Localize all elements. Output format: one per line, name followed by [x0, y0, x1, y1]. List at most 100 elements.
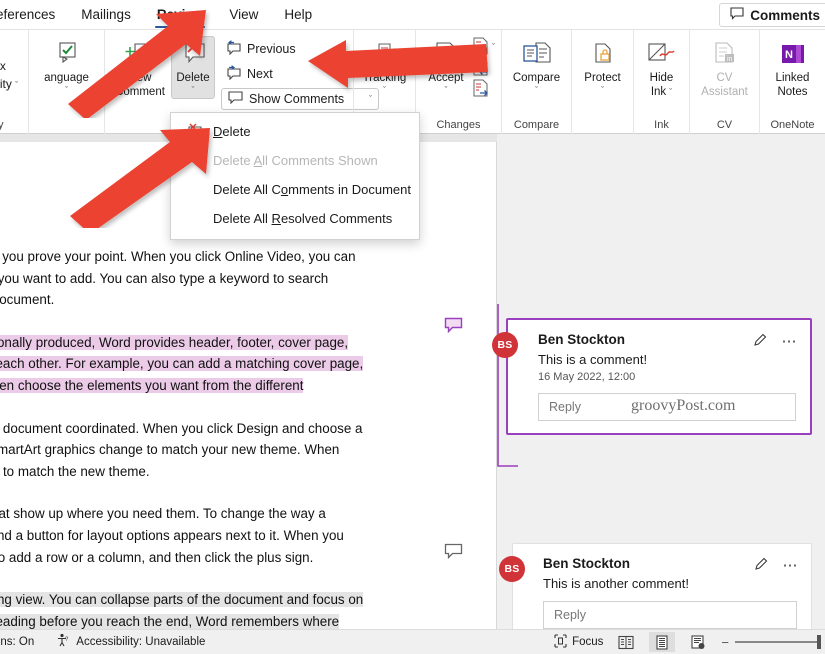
focus-label: Focus [572, 636, 604, 648]
svg-text:in: in [727, 56, 733, 63]
protect-label: Protect [584, 72, 621, 84]
web-layout-view-button[interactable] [685, 632, 711, 652]
print-layout-view-button[interactable] [649, 632, 676, 652]
accessibility-clipped-btn[interactable]: ity ˇ [0, 77, 18, 91]
comment-reply-input[interactable]: Reply groovyPost.com [538, 393, 796, 421]
doc-line: ment each other. For example, you can ad… [0, 356, 364, 372]
linked-notes-button[interactable]: N Linked Notes [764, 36, 822, 102]
zoom-slider-handle[interactable] [817, 635, 821, 649]
delete-comment-label: Delete [176, 72, 210, 84]
menu-item-delete-all-shown[interactable]: Delete All Comments Shown [171, 146, 419, 175]
next-change-icon[interactable] [472, 79, 489, 98]
accessibility-clipped-mid[interactable]: x [0, 59, 6, 73]
comments-button[interactable]: Comments [719, 3, 825, 27]
chevron-down-icon[interactable]: ˇ [669, 87, 672, 97]
ellipsis-icon[interactable]: ⋯ [782, 334, 799, 349]
tab-view[interactable]: View [216, 0, 271, 30]
protect-button[interactable]: Protect ˇ [575, 36, 631, 98]
tab-mailings[interactable]: Mailings [68, 0, 144, 30]
zoom-slider[interactable] [735, 635, 821, 649]
onenote-icon: N [778, 39, 808, 71]
doc-line: o your document coordinated. When you cl… [0, 420, 363, 436]
chevron-down-icon[interactable]: ˇ [492, 42, 495, 52]
comment-reply-input[interactable]: Reply [543, 601, 797, 629]
tab-list: eferences Mailings Review View Help [0, 0, 825, 30]
accept-change-button[interactable]: Accept ˇ [422, 36, 470, 98]
tracking-button[interactable]: Tracking ˇ [357, 36, 413, 98]
cv-assistant-icon: in [710, 39, 740, 71]
doc-line: ck it and a button for layout options ap… [0, 527, 344, 543]
comment-card-actions: ⋯ [753, 332, 799, 352]
read-mode-view-button[interactable] [613, 632, 639, 652]
tab-review[interactable]: Review [144, 0, 217, 30]
chevron-down-icon[interactable]: ˇ [15, 80, 18, 90]
cv-assistant-button[interactable]: in CV Assistant [693, 36, 757, 102]
hide-ink-label-line2: Ink [650, 85, 667, 98]
accessibility-person-icon: ? [56, 633, 71, 651]
compare-label: Compare [512, 72, 561, 84]
reject-change-button[interactable]: ˇ [472, 37, 495, 56]
zoom-control[interactable]: − [721, 635, 821, 650]
tab-references[interactable]: eferences [0, 0, 68, 30]
ribbon-group-label-changes: Changes [436, 119, 481, 131]
document-body-text[interactable]: o help you prove your point. When you cl… [0, 246, 422, 629]
chevron-down-icon[interactable]: ˇ [535, 85, 538, 95]
chevron-down-icon[interactable]: ˇ [445, 85, 448, 95]
menu-item-delete-all-in-document[interactable]: Delete All Comments in Document [171, 175, 419, 204]
doc-line: and then choose the elements you want fr… [0, 377, 304, 393]
previous-comment-icon [225, 40, 242, 58]
hide-ink-button[interactable]: Hide Ink ˇ [637, 36, 687, 102]
next-comment-icon [225, 65, 242, 83]
pencil-icon[interactable] [753, 332, 768, 352]
new-comment-button[interactable]: New Comment [111, 36, 169, 102]
language-button[interactable]: anguage ˇ [32, 36, 102, 98]
linked-notes-label-line1: Linked [775, 72, 810, 84]
comment-card-actions: ⋯ [754, 556, 800, 576]
new-comment-icon [123, 39, 157, 71]
delete-dropdown-menu[interactable]: Delete Delete All Comments Shown Delete … [170, 112, 420, 240]
pencil-icon[interactable] [754, 556, 769, 576]
tracking-status[interactable]: ons: On [0, 636, 34, 648]
chevron-down-icon[interactable]: ˇ [601, 85, 604, 95]
comment-card-1[interactable]: BS Ben Stockton ⋯ This is a comment! 16 … [492, 318, 812, 435]
reject-change-icon [473, 37, 488, 55]
doc-line: your document. [0, 292, 55, 308]
doc-line: and SmartArt graphics change to match yo… [0, 442, 340, 458]
menu-item-delete[interactable]: Delete [171, 117, 419, 146]
menu-item-delete-all-resolved[interactable]: Delete All Resolved Comments [171, 204, 419, 233]
chevron-down-icon[interactable]: ˇ [192, 85, 195, 95]
cv-assistant-label-line1: CV [716, 72, 733, 84]
compare-icon [521, 39, 553, 71]
ribbon-group-cv: in CV Assistant CV [689, 30, 759, 134]
track-changes-icon [370, 39, 400, 71]
compare-button[interactable]: Compare ˇ [505, 36, 569, 98]
doc-line: ons that show up where you need them. To… [0, 506, 326, 522]
menu-item-delete-all-in-document-label: Delete All Comments in Document [213, 182, 411, 197]
language-label: anguage [44, 72, 89, 84]
paragraph-1: o help you prove your point. When you cl… [0, 246, 422, 311]
delete-comment-button[interactable]: Delete ˇ [171, 36, 215, 99]
ellipsis-icon[interactable]: ⋯ [783, 558, 800, 573]
chevron-down-icon[interactable]: ˇ [383, 85, 386, 95]
comment-marker-2[interactable] [444, 543, 464, 565]
comment-card-2[interactable]: BS Ben Stockton ⋯ This is another commen… [499, 543, 812, 629]
zoom-out-button[interactable]: − [721, 635, 729, 650]
ribbon-group-compare: Compare ˇ Compare [501, 30, 571, 134]
chevron-down-icon[interactable]: ˇ [65, 85, 68, 95]
focus-icon [554, 633, 567, 651]
next-comment-label: Next [247, 67, 273, 81]
accessibility-status[interactable]: ? Accessibility: Unavailable [56, 633, 205, 651]
focus-button[interactable]: Focus [554, 633, 604, 651]
paragraph-3: o your document coordinated. When you cl… [0, 418, 422, 483]
previous-change-icon[interactable] [472, 58, 489, 77]
avatar: BS [499, 556, 525, 582]
svg-text:?: ? [65, 637, 69, 643]
tab-help[interactable]: Help [271, 0, 325, 30]
tracking-label: Tracking [362, 72, 407, 84]
comments-pane: BS Ben Stockton ⋯ This is a comment! 16 … [492, 134, 825, 629]
svg-text:N: N [785, 49, 793, 61]
doc-line: ofessionally produced, Word provides hea… [0, 334, 349, 350]
ribbon-group-language: anguage ˇ [28, 30, 104, 134]
accessibility-clipped-top [2, 34, 5, 45]
comment-text: This is a comment! [538, 352, 648, 367]
